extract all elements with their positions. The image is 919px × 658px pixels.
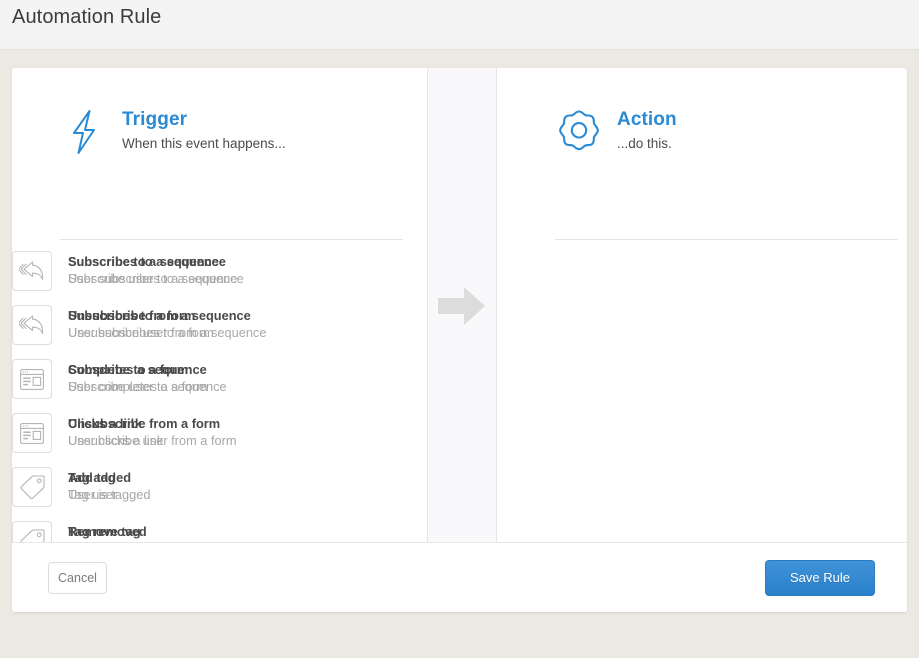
lightning-bolt-icon xyxy=(60,106,108,158)
right-arrow-icon xyxy=(438,286,486,326)
rule-panels: Trigger When this event happens... Actio… xyxy=(12,68,907,561)
trigger-subtitle: When this event happens... xyxy=(122,136,286,151)
option-row-subscribe-to-a-form[interactable]: Subscribe to a form Subscribe user to a f… xyxy=(12,359,266,399)
option-title: Unsubscribe from a sequence xyxy=(68,308,251,323)
gear-icon xyxy=(555,106,603,158)
option-title: Unsubscribe from a form xyxy=(68,416,221,431)
action-subtitle: ...do this. xyxy=(617,136,672,151)
option-text: Unsubscribe from a form Unsubscribe user … xyxy=(68,413,237,449)
option-row-unsubscribe-from-a-sequence[interactable]: Unsubscribe from a sequence Unsubscribe u… xyxy=(12,305,266,345)
trigger-title: Trigger xyxy=(122,109,188,130)
option-text: Add tag Tag user xyxy=(68,467,117,503)
option-row-add-tag[interactable]: Add tag Tag user xyxy=(12,467,266,507)
option-description: Unsubscribe user from a form xyxy=(68,433,237,448)
cancel-button[interactable]: Cancel xyxy=(48,562,107,594)
sequence-arrow-icon xyxy=(12,251,52,291)
action-header: Action ...do this. xyxy=(555,106,677,158)
card-footer: Cancel Save Rule xyxy=(12,542,907,612)
trigger-header-text: Trigger When this event happens... xyxy=(122,106,286,154)
top-header-bar: Automation Rule xyxy=(0,0,919,50)
tag-icon xyxy=(12,467,52,507)
action-option-list: Subscribe to a sequence Subscribe user to… xyxy=(12,251,266,561)
option-title: Add tag xyxy=(68,470,116,485)
action-divider-rule xyxy=(555,239,898,240)
option-description: Subscribe user to a form xyxy=(68,379,208,394)
option-text: Unsubscribe from a sequence Unsubscribe u… xyxy=(68,305,266,341)
trigger-divider-rule xyxy=(60,239,403,240)
option-title: Remove tag xyxy=(68,524,141,539)
action-header-text: Action ...do this. xyxy=(617,106,677,154)
form-window-icon xyxy=(12,359,52,399)
option-description: Unsubscribe user from a sequence xyxy=(68,325,267,340)
sequence-arrow-icon xyxy=(12,305,52,345)
panel-divider-band xyxy=(427,68,497,542)
option-row-unsubscribe-from-a-form[interactable]: Unsubscribe from a form Unsubscribe user … xyxy=(12,413,266,453)
trigger-header: Trigger When this event happens... xyxy=(60,106,286,158)
save-rule-button[interactable]: Save Rule xyxy=(765,560,875,596)
option-title: Subscribe to a form xyxy=(68,362,189,377)
option-title: Subscribe to a sequence xyxy=(68,254,219,269)
page-title: Automation Rule xyxy=(12,6,162,28)
option-text: Subscribe to a sequence Subscribe user to… xyxy=(68,251,237,287)
option-description: Tag user xyxy=(68,487,118,502)
action-title: Action xyxy=(617,109,677,130)
option-row-subscribe-to-a-sequence[interactable]: Subscribe to a sequence Subscribe user to… xyxy=(12,251,266,291)
option-text: Subscribe to a form Subscribe user to a f… xyxy=(68,359,207,395)
option-description: Subscribe user to a sequence xyxy=(68,271,238,286)
form-window-icon xyxy=(12,413,52,453)
action-panel: Action ...do this. xyxy=(497,68,907,542)
automation-rule-card: Trigger When this event happens... Actio… xyxy=(12,68,907,612)
